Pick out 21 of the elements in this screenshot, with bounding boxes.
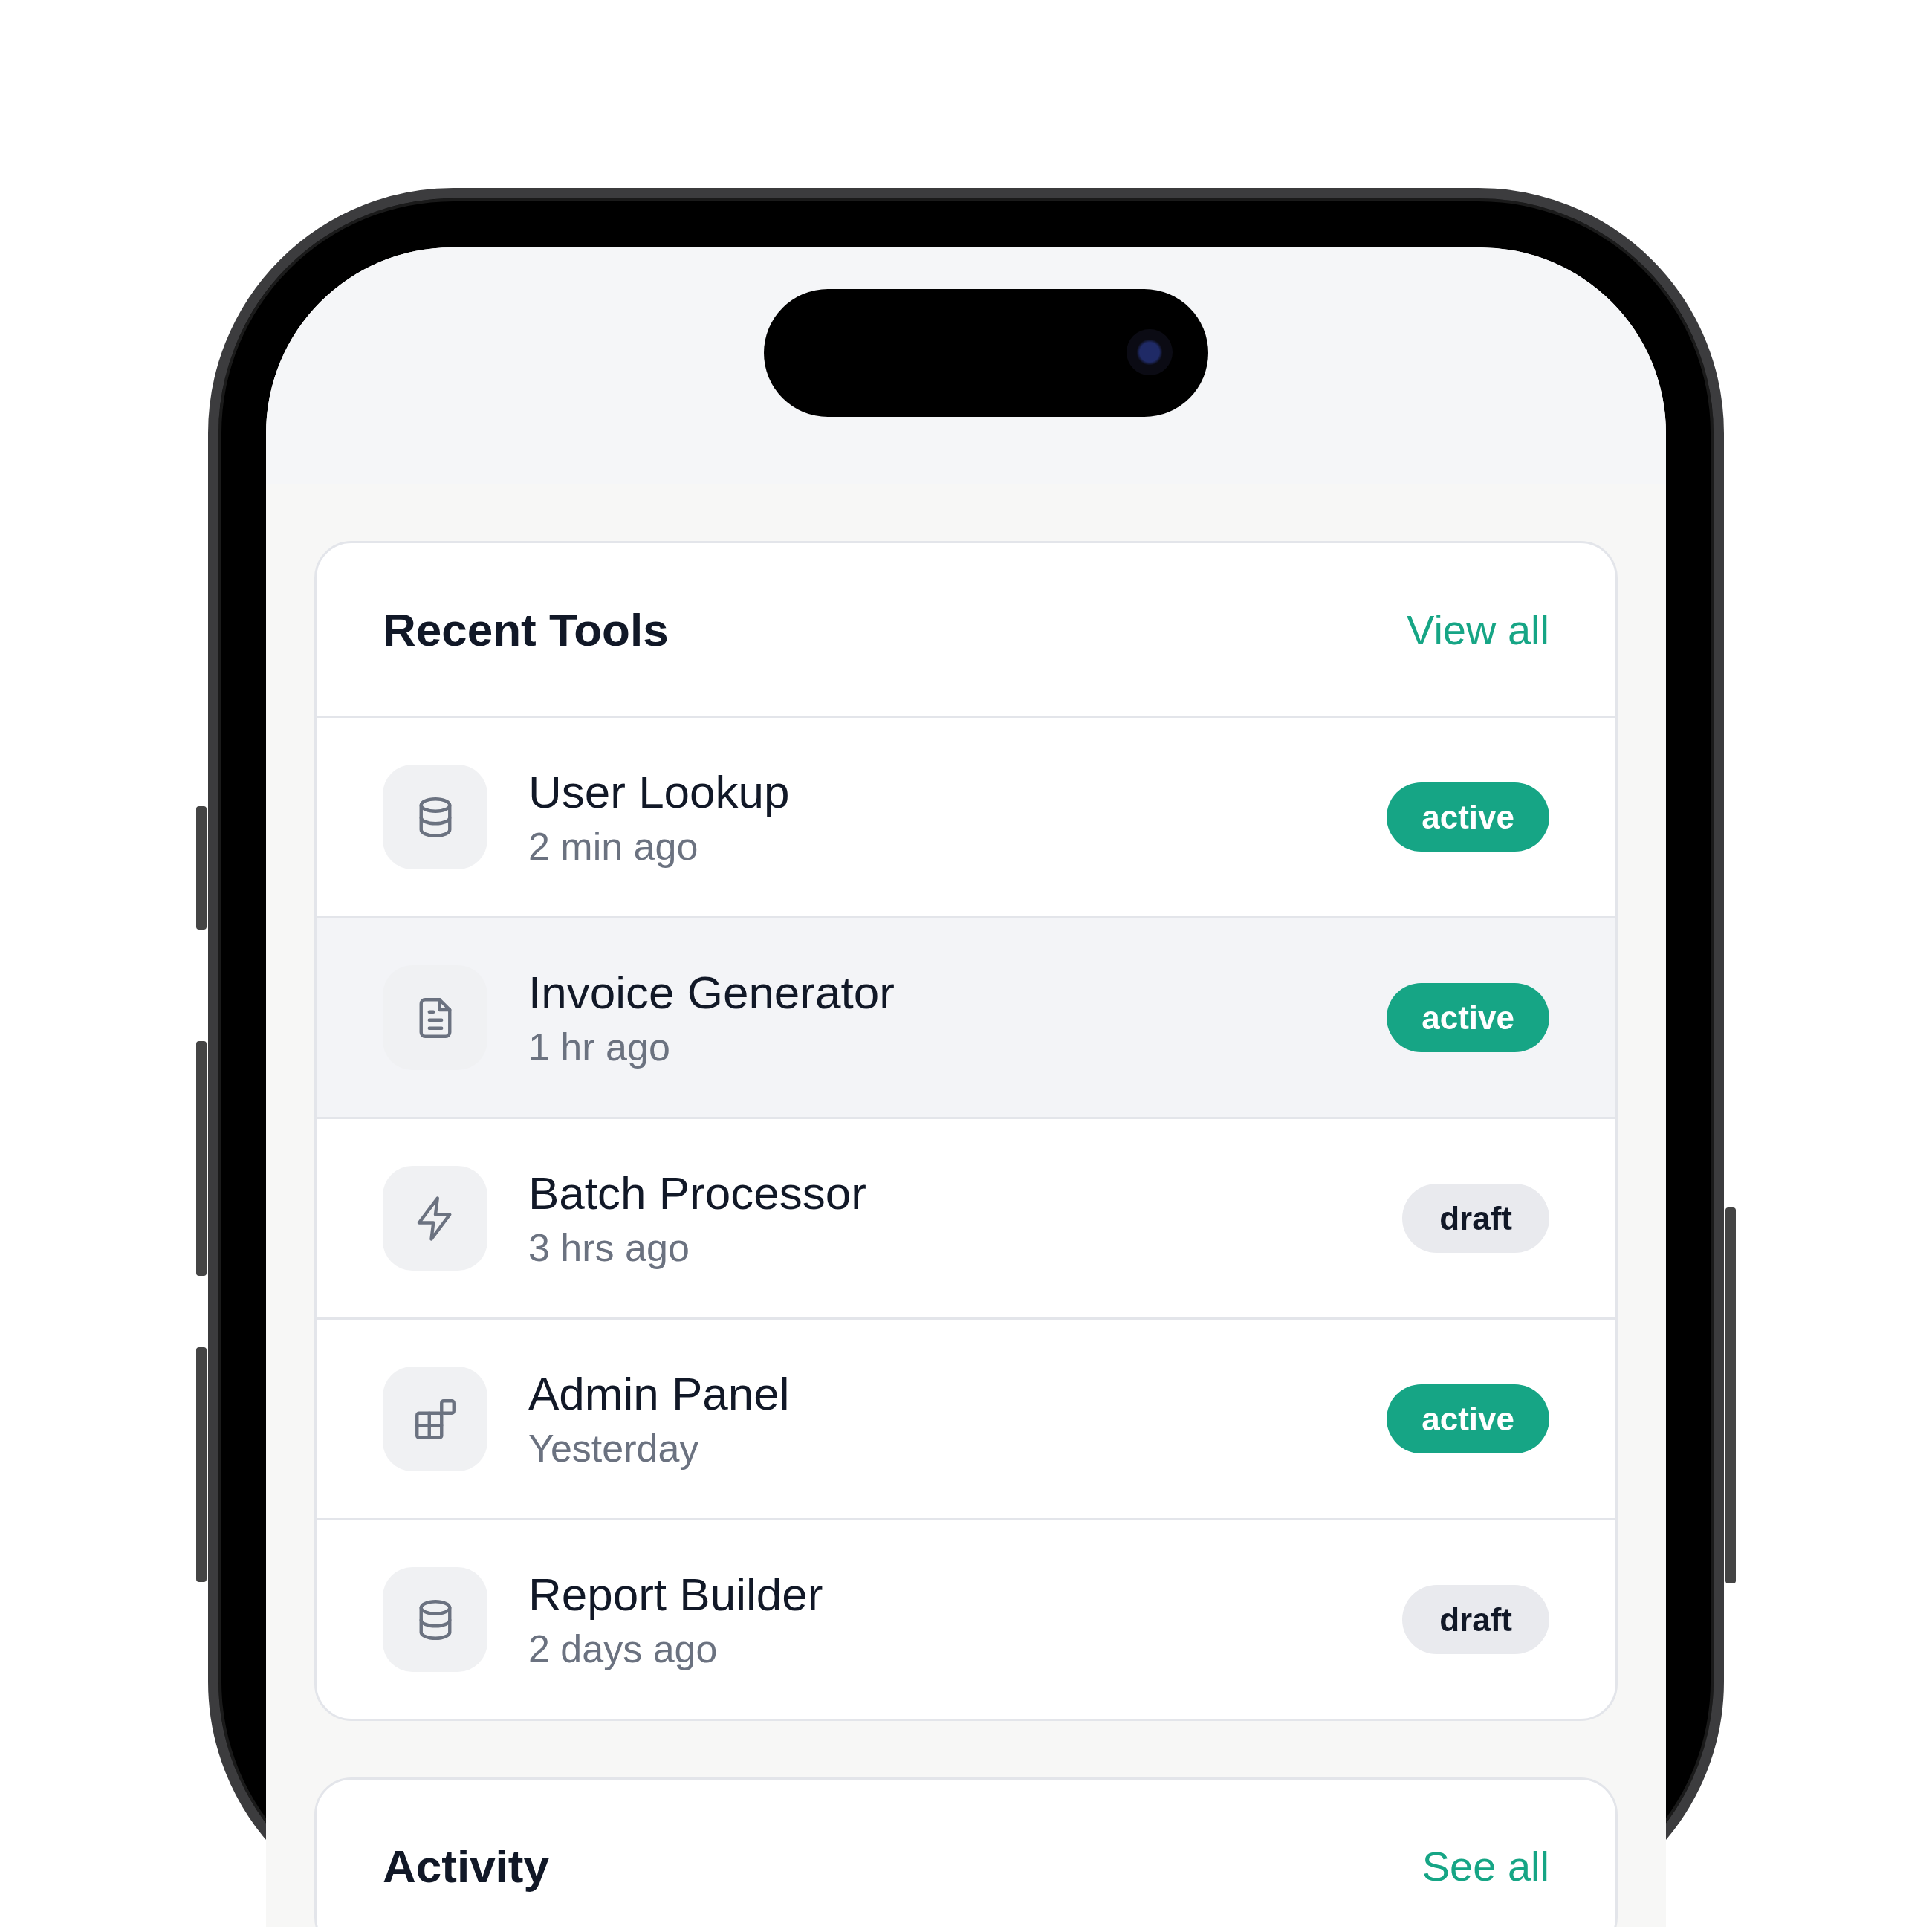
status-badge: active [1387, 782, 1549, 852]
status-badge: active [1387, 983, 1549, 1052]
status-badge: draft [1402, 1184, 1549, 1253]
tool-row[interactable]: Admin Panel Yesterday active [317, 1317, 1615, 1518]
tool-time: 1 hr ago [528, 1024, 671, 1070]
tool-time: Yesterday [528, 1425, 700, 1471]
section-title: Activity [383, 1839, 549, 1893]
tool-name: User Lookup [528, 765, 791, 819]
tool-row[interactable]: Report Builder 2 days ago draft [317, 1518, 1615, 1719]
section-title: Recent Tools [383, 603, 669, 656]
status-badge: active [1387, 1384, 1549, 1453]
tool-row[interactable]: Invoice Generator 1 hr ago active [317, 916, 1615, 1117]
tool-name: Report Builder [528, 1567, 824, 1621]
tool-name: Batch Processor [528, 1166, 867, 1220]
tool-time: 2 min ago [528, 823, 699, 869]
tool-name: Admin Panel [528, 1367, 791, 1421]
status-badge: draft [1402, 1585, 1549, 1654]
tool-time: 2 days ago [528, 1626, 719, 1672]
tool-time: 3 hrs ago [528, 1225, 690, 1271]
tool-row[interactable]: Batch Processor 3 hrs ago draft [317, 1117, 1615, 1317]
tool-name: Invoice Generator [528, 965, 895, 1020]
